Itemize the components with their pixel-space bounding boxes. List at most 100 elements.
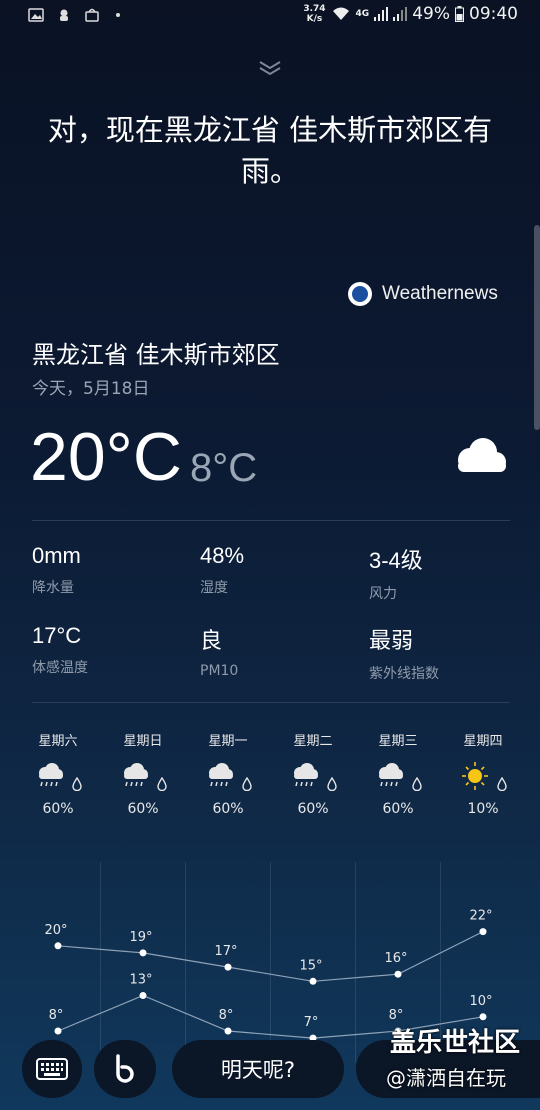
scroll-indicator[interactable]	[534, 225, 540, 430]
bixby-icon	[116, 1054, 134, 1083]
stat-humidity: 48% 湿度	[200, 543, 244, 597]
weathernews-logo-icon	[348, 282, 372, 306]
wifi-icon	[332, 7, 349, 20]
forecast-day-column[interactable]: 星期日 60%	[101, 730, 185, 817]
app-notification-icon	[60, 9, 68, 21]
network-speed: 3.74 K/s	[303, 4, 325, 24]
current-low-temp: 8°C	[190, 446, 258, 490]
divider	[32, 702, 510, 703]
shopping-bag-icon	[85, 8, 99, 22]
forecast-day-name: 星期六	[38, 734, 78, 749]
high-temp-label: 20°	[44, 923, 67, 938]
forecast-day-column[interactable]: 星期二 60%	[271, 730, 355, 817]
stat-label: 紫外线指数	[369, 666, 439, 682]
precipitation-chance: 10%	[467, 801, 499, 817]
keyboard-button[interactable]	[22, 1040, 82, 1098]
raindrop-icon	[156, 776, 167, 792]
low-temp-label: 8°	[49, 1008, 64, 1023]
rain-cloud-icon	[379, 763, 404, 787]
high-temp-point	[309, 977, 317, 985]
high-temp-label: 22°	[469, 909, 492, 924]
rain-cloud-icon	[124, 763, 149, 787]
stat-value: 良	[200, 628, 223, 653]
forecast-day-column[interactable]: 星期一 60%	[186, 730, 270, 817]
collapse-chevron-icon[interactable]	[256, 58, 284, 78]
low-temp-point	[54, 1027, 62, 1035]
more-notifications-dot	[116, 13, 120, 17]
watermark-title: 盖乐世社区	[390, 1028, 521, 1058]
high-temp-label: 17°	[214, 944, 237, 959]
forecast-day-name: 星期四	[463, 734, 503, 749]
precipitation-chance: 60%	[42, 801, 74, 817]
signal-icon	[374, 7, 389, 21]
assistant-response: 对，现在黑龙江省 佳木斯市郊区有雨。	[47, 113, 493, 188]
divider	[32, 520, 510, 521]
bixby-button[interactable]	[94, 1040, 156, 1098]
precipitation-chance: 60%	[382, 801, 414, 817]
stat-label: PM10	[200, 663, 239, 679]
forecast-day-name: 星期一	[208, 734, 248, 749]
forecast-day-name: 星期日	[123, 734, 163, 749]
low-temp-point	[224, 1027, 232, 1035]
signal-2-icon	[393, 7, 408, 21]
precipitation-chance: 60%	[127, 801, 159, 817]
status-indicators: 3.74 K/s 4G 49% 09:40	[303, 4, 518, 24]
clock: 09:40	[469, 4, 518, 24]
gallery-icon	[28, 8, 44, 22]
stat-value: 48%	[200, 543, 245, 568]
stat-uv-index: 最弱 紫外线指数	[369, 623, 439, 683]
location-title: 黑龙江省 佳木斯市郊区	[32, 341, 280, 369]
sun-icon	[462, 762, 489, 790]
raindrop-icon	[496, 776, 507, 792]
forecast-day-name: 星期三	[378, 734, 418, 749]
stat-label: 体感温度	[32, 660, 88, 676]
raindrop-icon	[71, 776, 82, 792]
weather-provider[interactable]: Weathernews	[348, 282, 498, 306]
high-temp-label: 15°	[299, 958, 322, 973]
battery-icon	[455, 6, 464, 22]
high-temp-point	[394, 970, 402, 978]
cloud-icon	[458, 438, 506, 472]
raindrop-icon	[241, 776, 252, 792]
stat-value: 0mm	[32, 543, 81, 568]
rain-cloud-icon	[39, 763, 64, 787]
stat-wind: 3-4级 风力	[369, 543, 423, 603]
high-temp-line	[57, 931, 484, 982]
watermark-handle: @潇洒自在玩	[386, 1066, 506, 1090]
rain-cloud-icon	[294, 763, 319, 787]
network-speed-unit: K/s	[306, 14, 323, 24]
suggestion-chip[interactable]: 明天呢?	[172, 1040, 344, 1098]
low-temp-label: 7°	[304, 1015, 319, 1030]
low-temp-label: 8°	[219, 1008, 234, 1023]
low-temp-label: 10°	[469, 994, 492, 1009]
low-temp-label: 8°	[389, 1008, 404, 1023]
forecast-date: 今天，5月18日	[32, 379, 150, 399]
stat-precipitation: 0mm 降水量	[32, 543, 81, 597]
precipitation-chance: 60%	[212, 801, 244, 817]
forecast-day-column[interactable]: 星期四 10%	[441, 730, 525, 817]
stat-value: 3-4级	[369, 548, 423, 573]
raindrop-icon	[326, 776, 337, 792]
low-temp-label: 13°	[129, 973, 152, 988]
network-speed-value: 3.74	[303, 4, 326, 14]
keyboard-icon	[36, 1058, 68, 1080]
forecast-day-column[interactable]: 星期三 60%	[356, 730, 440, 817]
current-high-temp: 20°C	[30, 419, 182, 495]
network-type: 4G	[355, 9, 370, 19]
precipitation-chance: 60%	[297, 801, 329, 817]
stat-label: 降水量	[32, 580, 74, 596]
high-temp-point	[54, 942, 62, 950]
provider-name: Weathernews	[382, 283, 498, 304]
stat-value: 17°C	[32, 623, 82, 648]
low-temp-point	[479, 1013, 487, 1021]
notification-icons	[28, 8, 120, 22]
high-temp-point	[479, 928, 487, 936]
stat-value: 最弱	[369, 628, 414, 653]
battery-percent: 49%	[412, 4, 450, 24]
raindrop-icon	[411, 776, 422, 792]
forecast-day-column[interactable]: 星期六 60%	[16, 730, 100, 817]
high-temp-label: 16°	[384, 951, 407, 966]
stat-label: 风力	[369, 586, 397, 602]
stat-feels-like: 17°C 体感温度	[32, 623, 88, 677]
high-temp-label: 19°	[129, 930, 152, 945]
